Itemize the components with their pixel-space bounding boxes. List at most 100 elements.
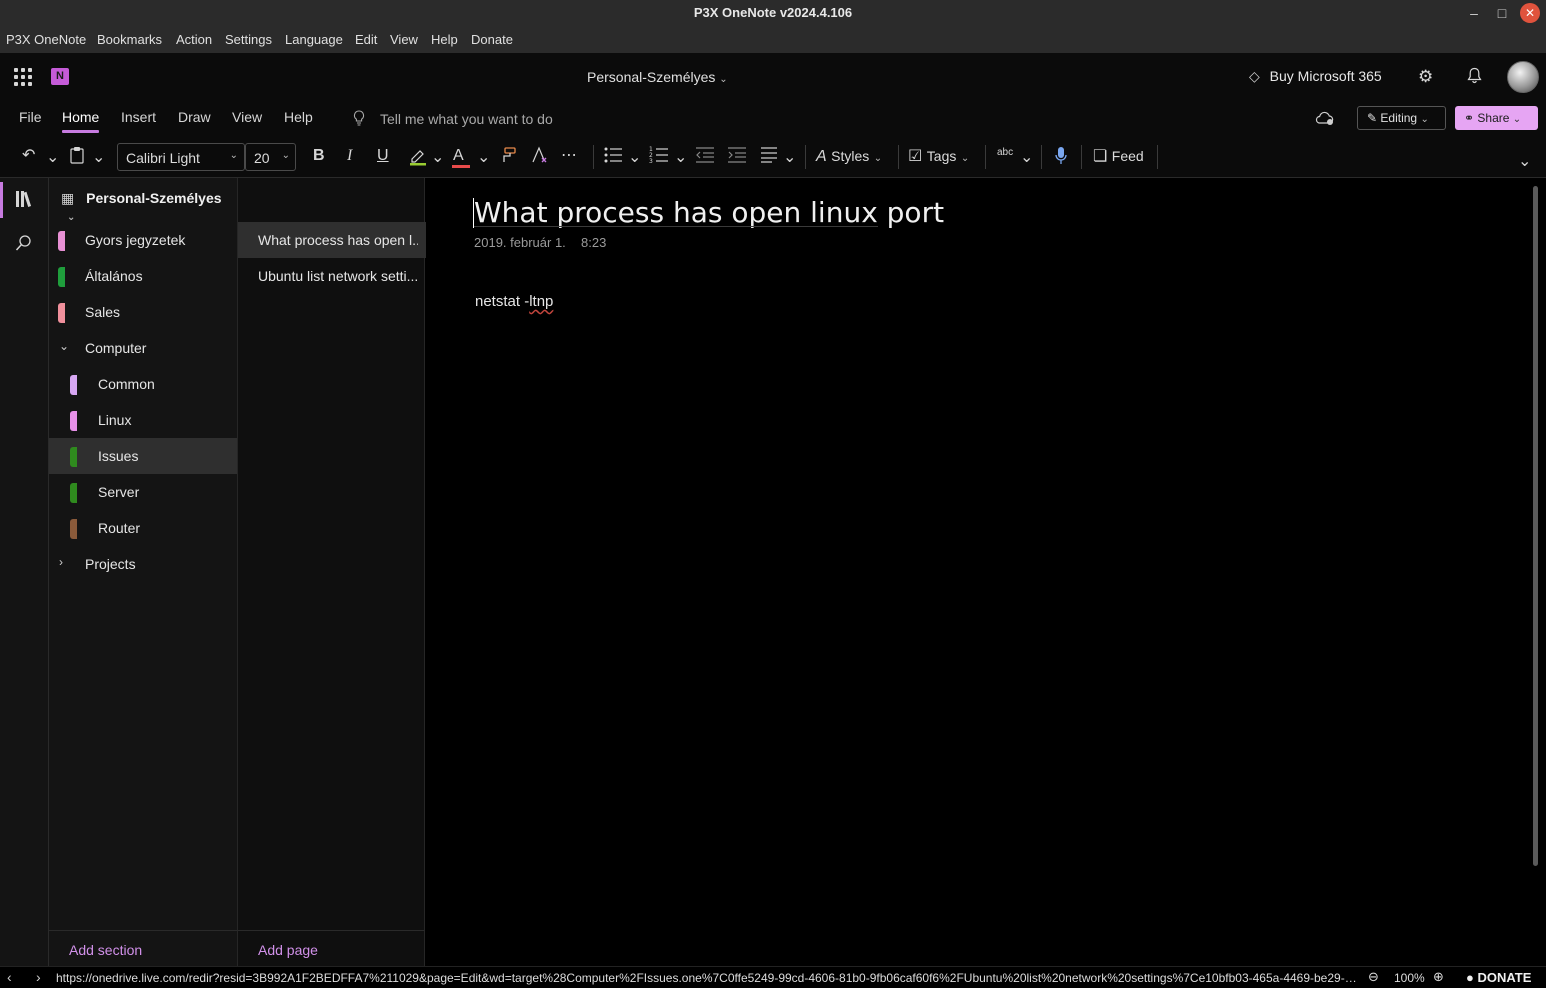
section-gyors-jegyzetek[interactable]: Gyors jegyzetek	[49, 222, 237, 258]
align-icon[interactable]	[760, 146, 778, 170]
user-avatar[interactable]	[1507, 61, 1539, 93]
page-title[interactable]: What process has open linux port	[474, 196, 944, 229]
feed-button[interactable]: ❏ Feed	[1093, 146, 1144, 167]
font-size-value: 20	[254, 150, 270, 166]
ribbon-expand-icon[interactable]: ⌄	[1518, 152, 1531, 172]
note-body[interactable]: netstat -ltnp	[475, 293, 553, 310]
font-size-select[interactable]: 20 ⌄	[245, 143, 296, 171]
tab-draw[interactable]: Draw	[178, 109, 211, 125]
add-page-link[interactable]: Add page	[258, 942, 318, 958]
tab-help[interactable]: Help	[284, 109, 313, 125]
tab-view[interactable]: View	[232, 109, 262, 125]
styles-button[interactable]: A Styles ⌄	[816, 146, 882, 169]
font-color-dropdown-icon[interactable]: ⌄	[477, 148, 490, 168]
section-label: Common	[98, 376, 155, 392]
increase-indent-icon[interactable]	[727, 146, 747, 170]
app-launcher-icon[interactable]	[14, 68, 32, 86]
donate-button[interactable]: ● DONATE	[1466, 970, 1531, 985]
gear-icon[interactable]: ⚙	[1418, 67, 1433, 87]
align-dropdown-icon[interactable]: ⌄	[783, 148, 796, 168]
undo-icon[interactable]: ↶	[22, 146, 35, 166]
tab-file[interactable]: File	[19, 109, 42, 125]
status-url: https://onedrive.live.com/redir?resid=3B…	[56, 971, 1361, 985]
format-painter-icon[interactable]	[499, 146, 517, 170]
svg-text:3: 3	[649, 158, 653, 164]
search-icon[interactable]	[15, 234, 33, 257]
section-altalanos[interactable]: Általános	[49, 258, 237, 294]
menu-edit[interactable]: Edit	[355, 32, 377, 47]
share-button[interactable]: ⚭ Share ⌄	[1455, 106, 1538, 130]
clipboard-dropdown-icon[interactable]: ⌄	[92, 148, 105, 168]
tab-insert[interactable]: Insert	[121, 109, 156, 125]
bold-button[interactable]: B	[313, 146, 325, 166]
clear-formatting-icon[interactable]	[530, 146, 550, 170]
menu-bookmarks[interactable]: Bookmarks	[97, 32, 162, 47]
highlight-dropdown-icon[interactable]: ⌄	[431, 148, 444, 168]
editing-mode-button[interactable]: ✎ Editing ⌄	[1357, 106, 1446, 130]
font-color-button[interactable]: A	[452, 146, 470, 168]
maximize-button[interactable]: □	[1492, 3, 1512, 23]
lightbulb-icon	[353, 110, 365, 129]
decrease-indent-icon[interactable]	[695, 146, 715, 170]
section-sales[interactable]: Sales	[49, 294, 237, 330]
sync-cloud-icon[interactable]	[1314, 110, 1336, 131]
close-button[interactable]: ✕	[1520, 3, 1540, 23]
tell-me-search[interactable]: Tell me what you want to do	[380, 111, 553, 127]
chevron-down-icon[interactable]: ⌄	[59, 339, 69, 353]
section-common[interactable]: Common	[49, 366, 237, 402]
buy-microsoft-365-button[interactable]: ◇ Buy Microsoft 365	[1249, 68, 1382, 85]
notebook-title-dropdown[interactable]: Personal-Személyes ⌄	[587, 69, 728, 85]
menu-settings[interactable]: Settings	[225, 32, 272, 47]
add-section-link[interactable]: Add section	[69, 942, 142, 958]
page-label: Ubuntu list network setti...	[258, 268, 418, 284]
numbering-icon[interactable]: 123	[649, 146, 669, 170]
minimize-button[interactable]: –	[1464, 3, 1484, 23]
italic-button[interactable]: I	[347, 146, 352, 166]
notebooks-icon[interactable]	[15, 190, 35, 213]
section-label: Általános	[85, 268, 143, 284]
back-arrow-icon[interactable]: ‹	[7, 969, 12, 985]
menu-language[interactable]: Language	[285, 32, 343, 47]
spelling-icon[interactable]: abc	[997, 143, 1013, 163]
coin-icon: ●	[1466, 970, 1474, 985]
dictate-microphone-icon[interactable]	[1054, 146, 1068, 172]
highlighter-icon[interactable]	[408, 146, 428, 172]
notebook-icon: ▦	[61, 190, 75, 206]
onenote-header: N Personal-Személyes ⌄ ◇ Buy Microsoft 3…	[0, 53, 1546, 101]
more-options-icon[interactable]: ⋯	[561, 146, 577, 166]
menu-help[interactable]: Help	[431, 32, 458, 47]
menu-view[interactable]: View	[390, 32, 418, 47]
underline-button[interactable]: U	[377, 146, 389, 166]
font-name-select[interactable]: Calibri Light ⌄	[117, 143, 245, 171]
forward-arrow-icon[interactable]: ›	[36, 969, 41, 985]
notebook-selector[interactable]: ▦ Personal-Személyes ⌄	[61, 190, 237, 223]
section-group-computer[interactable]: ⌄ Computer	[49, 330, 237, 366]
zoom-in-icon[interactable]: ⊕	[1433, 969, 1444, 985]
chevron-down-icon: ⌄	[1420, 114, 1429, 125]
page-item-selected[interactable]: What process has open l...	[238, 222, 426, 258]
bell-icon[interactable]	[1467, 67, 1482, 89]
feed-icon: ❏	[1093, 148, 1108, 165]
menu-donate[interactable]: Donate	[471, 32, 513, 47]
section-group-projects[interactable]: › Projects	[49, 546, 237, 582]
vertical-scrollbar[interactable]	[1533, 186, 1538, 866]
section-linux[interactable]: Linux	[49, 402, 237, 438]
section-router[interactable]: Router	[49, 510, 237, 546]
bullets-icon[interactable]	[603, 146, 623, 170]
styles-label: Styles	[831, 148, 870, 164]
undo-dropdown-icon[interactable]: ⌄	[46, 148, 59, 168]
clipboard-icon[interactable]	[69, 146, 85, 170]
spelling-dropdown-icon[interactable]: ⌄	[1020, 148, 1033, 168]
menu-action[interactable]: Action	[176, 32, 212, 47]
page-canvas[interactable]: What process has open linux port 2019. f…	[426, 178, 1546, 966]
bullets-dropdown-icon[interactable]: ⌄	[628, 148, 641, 168]
section-server[interactable]: Server	[49, 474, 237, 510]
tab-home[interactable]: Home	[62, 109, 100, 133]
chevron-right-icon[interactable]: ›	[59, 555, 63, 569]
section-issues[interactable]: Issues	[49, 438, 237, 474]
numbering-dropdown-icon[interactable]: ⌄	[674, 148, 687, 168]
page-item[interactable]: Ubuntu list network setti...	[238, 258, 426, 294]
menu-p3x-onenote[interactable]: P3X OneNote	[6, 32, 86, 47]
zoom-out-icon[interactable]: ⊖	[1368, 969, 1379, 985]
tags-button[interactable]: ☑ Tags ⌄	[908, 146, 969, 169]
